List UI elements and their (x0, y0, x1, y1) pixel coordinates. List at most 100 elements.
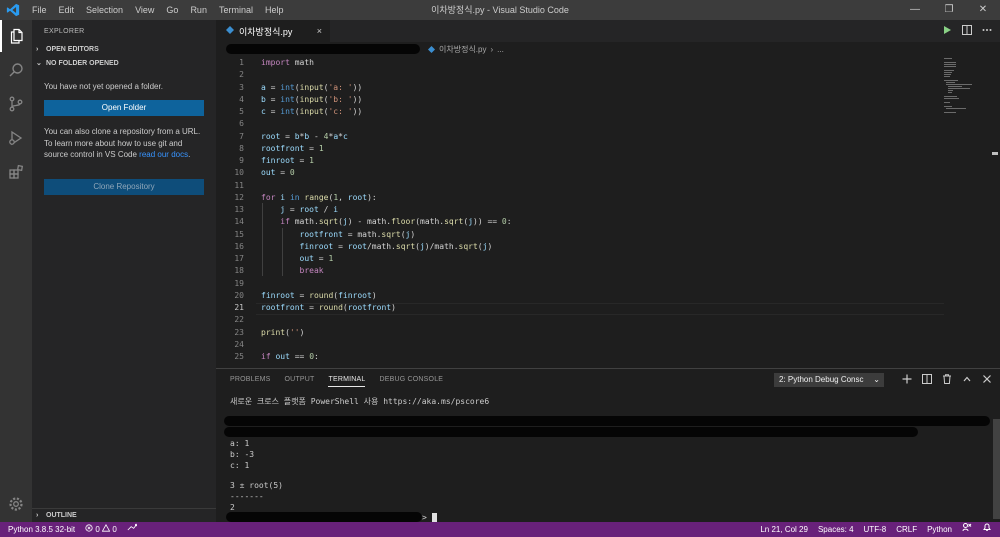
code-line: 6 (216, 118, 1000, 130)
cursor-position[interactable]: Ln 21, Col 29 (755, 522, 813, 537)
redacted-terminal-line (224, 416, 990, 426)
tab-debug-console[interactable]: DEBUG CONSOLE (379, 376, 443, 387)
line-number: 6 (239, 119, 244, 129)
line-ending[interactable]: CRLF (891, 522, 922, 537)
minimap-line (944, 76, 950, 77)
code-line: 11 (216, 180, 1000, 192)
terminal-scrollbar[interactable] (993, 419, 1000, 519)
restore-button[interactable]: ❐ (932, 0, 966, 20)
menu-selection[interactable]: Selection (80, 0, 129, 20)
python-interpreter[interactable]: Python 3.8.5 32-bit (0, 522, 80, 537)
run-file-icon[interactable] (942, 25, 952, 37)
tab-output[interactable]: OUTPUT (285, 376, 315, 387)
line-number: 4 (239, 94, 244, 104)
menu-file[interactable]: File (26, 0, 53, 20)
outline-section[interactable]: › OUTLINE (32, 508, 216, 522)
tab-file[interactable]: 이차방정식.py × (216, 20, 330, 42)
editor-tab-bar: 이차방정식.py × (216, 20, 1000, 42)
notifications-icon[interactable] (977, 522, 1000, 537)
sidebar-title: EXPLORER (44, 28, 85, 35)
code-text: c = int(input('c: ')) (261, 107, 363, 116)
line-number: 9 (239, 156, 244, 165)
clone-help-end: . (188, 150, 191, 159)
window-controls: — ❐ ✕ (898, 0, 1000, 20)
close-window-button[interactable]: ✕ (966, 0, 1000, 20)
line-number: 11 (234, 180, 244, 190)
code-text: rootfront = 1 (261, 143, 324, 153)
minimap-line (944, 62, 956, 63)
read-our-docs-link[interactable]: read our (139, 150, 169, 159)
search-icon[interactable] (0, 54, 32, 86)
minimap-line (944, 96, 957, 97)
line-number: 10 (234, 168, 244, 178)
line-number: 21 (234, 303, 244, 312)
no-folder-message: You have not yet opened a folder. (44, 82, 163, 91)
redacted-terminal-line (224, 427, 918, 437)
close-panel-icon[interactable] (982, 374, 992, 386)
menu-run[interactable]: Run (184, 0, 213, 20)
split-editor-icon[interactable] (962, 25, 972, 37)
minimap-line (944, 80, 958, 81)
breadcrumb-file[interactable]: 이차방정식.py › ... (428, 44, 504, 55)
line-number: 8 (239, 143, 244, 153)
code-line: 9 finroot = 1 (216, 155, 1000, 167)
live-share-icon[interactable] (122, 522, 142, 537)
run-debug-icon[interactable] (0, 122, 32, 154)
tab-problems[interactable]: PROBLEMS (230, 376, 271, 387)
open-folder-button[interactable]: Open Folder (44, 100, 204, 116)
no-folder-section[interactable]: ⌄ NO FOLDER OPENED (32, 57, 216, 71)
line-number: 19 (234, 278, 244, 288)
more-actions-icon[interactable] (982, 25, 992, 37)
explorer-icon[interactable] (0, 20, 32, 52)
minimap-line (944, 70, 954, 71)
file-encoding[interactable]: UTF-8 (859, 522, 892, 537)
code-text: out = 1 (299, 254, 334, 263)
clone-repository-button[interactable]: Clone Repository (44, 179, 204, 195)
close-tab-icon[interactable]: × (317, 26, 322, 36)
code-text: finroot = 1 (261, 156, 314, 165)
minimap-line (948, 90, 953, 91)
code-line: 16 finroot = root/math.sqrt(j)/math.sqrt… (216, 241, 1000, 253)
menu-edit[interactable]: Edit (53, 0, 81, 20)
maximize-panel-icon[interactable] (962, 374, 972, 386)
indentation[interactable]: Spaces: 4 (813, 522, 859, 537)
minimap[interactable] (942, 56, 986, 116)
code-text: break (299, 266, 324, 276)
menu-go[interactable]: Go (160, 0, 184, 20)
code-text: root = b*b - 4*a*c (261, 131, 348, 141)
open-editors-section[interactable]: › OPEN EDITORS (32, 43, 216, 57)
problems-indicator[interactable]: 0 0 (80, 522, 122, 537)
docs-link[interactable]: docs (171, 150, 188, 159)
split-terminal-icon[interactable] (922, 374, 932, 386)
kill-terminal-icon[interactable] (942, 374, 952, 386)
warning-count: 0 (112, 525, 117, 534)
chevron-down-icon: ⌄ (36, 60, 42, 67)
extensions-icon[interactable] (0, 156, 32, 188)
settings-gear-icon[interactable] (0, 488, 32, 520)
code-line: 21 rootfront = round(rootfront) (216, 302, 1000, 314)
code-text: b = int(input('b: ')) (261, 94, 363, 104)
menu-help[interactable]: Help (259, 0, 290, 20)
clone-help-text: You can also clone a repository from a U… (44, 126, 206, 161)
python-file-icon (226, 26, 234, 36)
line-number: 5 (239, 107, 244, 116)
source-control-icon[interactable] (0, 88, 32, 120)
menu-terminal[interactable]: Terminal (213, 0, 259, 20)
breadcrumb-file-label: 이차방정식.py (439, 45, 487, 54)
menu-view[interactable]: View (129, 0, 160, 20)
editor-actions (942, 20, 992, 42)
feedback-icon[interactable] (957, 522, 977, 537)
line-number: 25 (234, 352, 244, 361)
minimize-button[interactable]: — (898, 0, 932, 20)
terminal-line: 3 ± root(5) (230, 481, 283, 490)
minimap-line (944, 72, 952, 73)
tab-terminal[interactable]: TERMINAL (328, 376, 366, 387)
breadcrumb-more[interactable]: ... (497, 45, 504, 54)
code-editor[interactable]: 1 import math 2 3 a = int(input('a: ')) 4 b = … (216, 56, 1000, 368)
minimap-line (948, 86, 962, 87)
terminal-select[interactable]: 2: Python Debug Consc ⌄ (774, 373, 884, 387)
redacted-prompt-path (226, 512, 422, 522)
new-terminal-icon[interactable] (902, 374, 912, 386)
language-mode[interactable]: Python (922, 522, 957, 537)
code-text: finroot = root/math.sqrt(j)/math.sqrt(j) (299, 241, 493, 251)
